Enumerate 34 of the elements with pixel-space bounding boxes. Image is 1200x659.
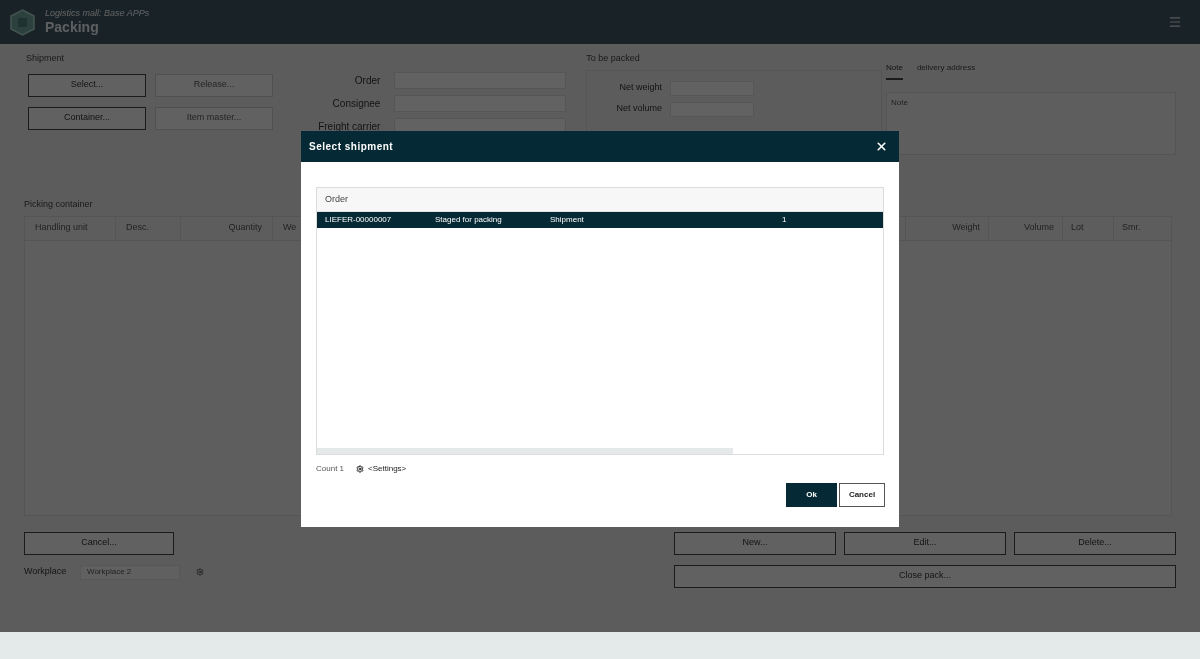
field-label: Consignee [331, 97, 381, 111]
app-title: Packing [45, 18, 100, 37]
action-button[interactable]: Cancel... [24, 531, 174, 555]
field-label: Order [353, 74, 381, 88]
action-button[interactable]: Close pack... [674, 564, 1176, 588]
action-button[interactable]: Container... [28, 106, 146, 130]
section-label: Picking container [24, 198, 93, 211]
settings-link[interactable]: <Settings> [356, 463, 407, 475]
field-label: Net volume [615, 102, 663, 116]
record-count: Count 1 [316, 463, 345, 475]
settings-icon [356, 465, 365, 473]
note-field[interactable]: Note [886, 92, 1176, 155]
column-header: Weight [905, 216, 988, 240]
hexagon-logo-icon [10, 8, 35, 36]
field-label: Workplace [24, 565, 68, 579]
section-label: Shipment [26, 52, 66, 65]
action-button[interactable]: Edit... [844, 531, 1006, 555]
grid-cell-text: Staged for packing [435, 214, 503, 226]
dialog-button[interactable]: Cancel [839, 483, 885, 507]
menu-icon[interactable] [1168, 15, 1182, 29]
dialog-title: Select shipment [309, 140, 394, 154]
close-icon[interactable] [875, 140, 888, 153]
field-label: Net weight [618, 81, 663, 95]
dialog-button[interactable]: Ok [786, 483, 837, 507]
action-button[interactable]: New... [674, 531, 836, 555]
action-button[interactable]: Select... [28, 73, 146, 97]
grid-cell-text: 1 [782, 214, 788, 226]
settings-icon[interactable] [196, 568, 204, 576]
field-label: Freight carrier [317, 120, 381, 134]
grid-row[interactable]: LIEFER-00000007 Staged for packing Shipment 1 [317, 212, 883, 228]
grid-cell-text: Shipment [550, 214, 585, 226]
tab[interactable]: Note [886, 62, 903, 80]
column-header: Order [317, 188, 883, 212]
action-button[interactable]: Delete... [1014, 531, 1176, 555]
